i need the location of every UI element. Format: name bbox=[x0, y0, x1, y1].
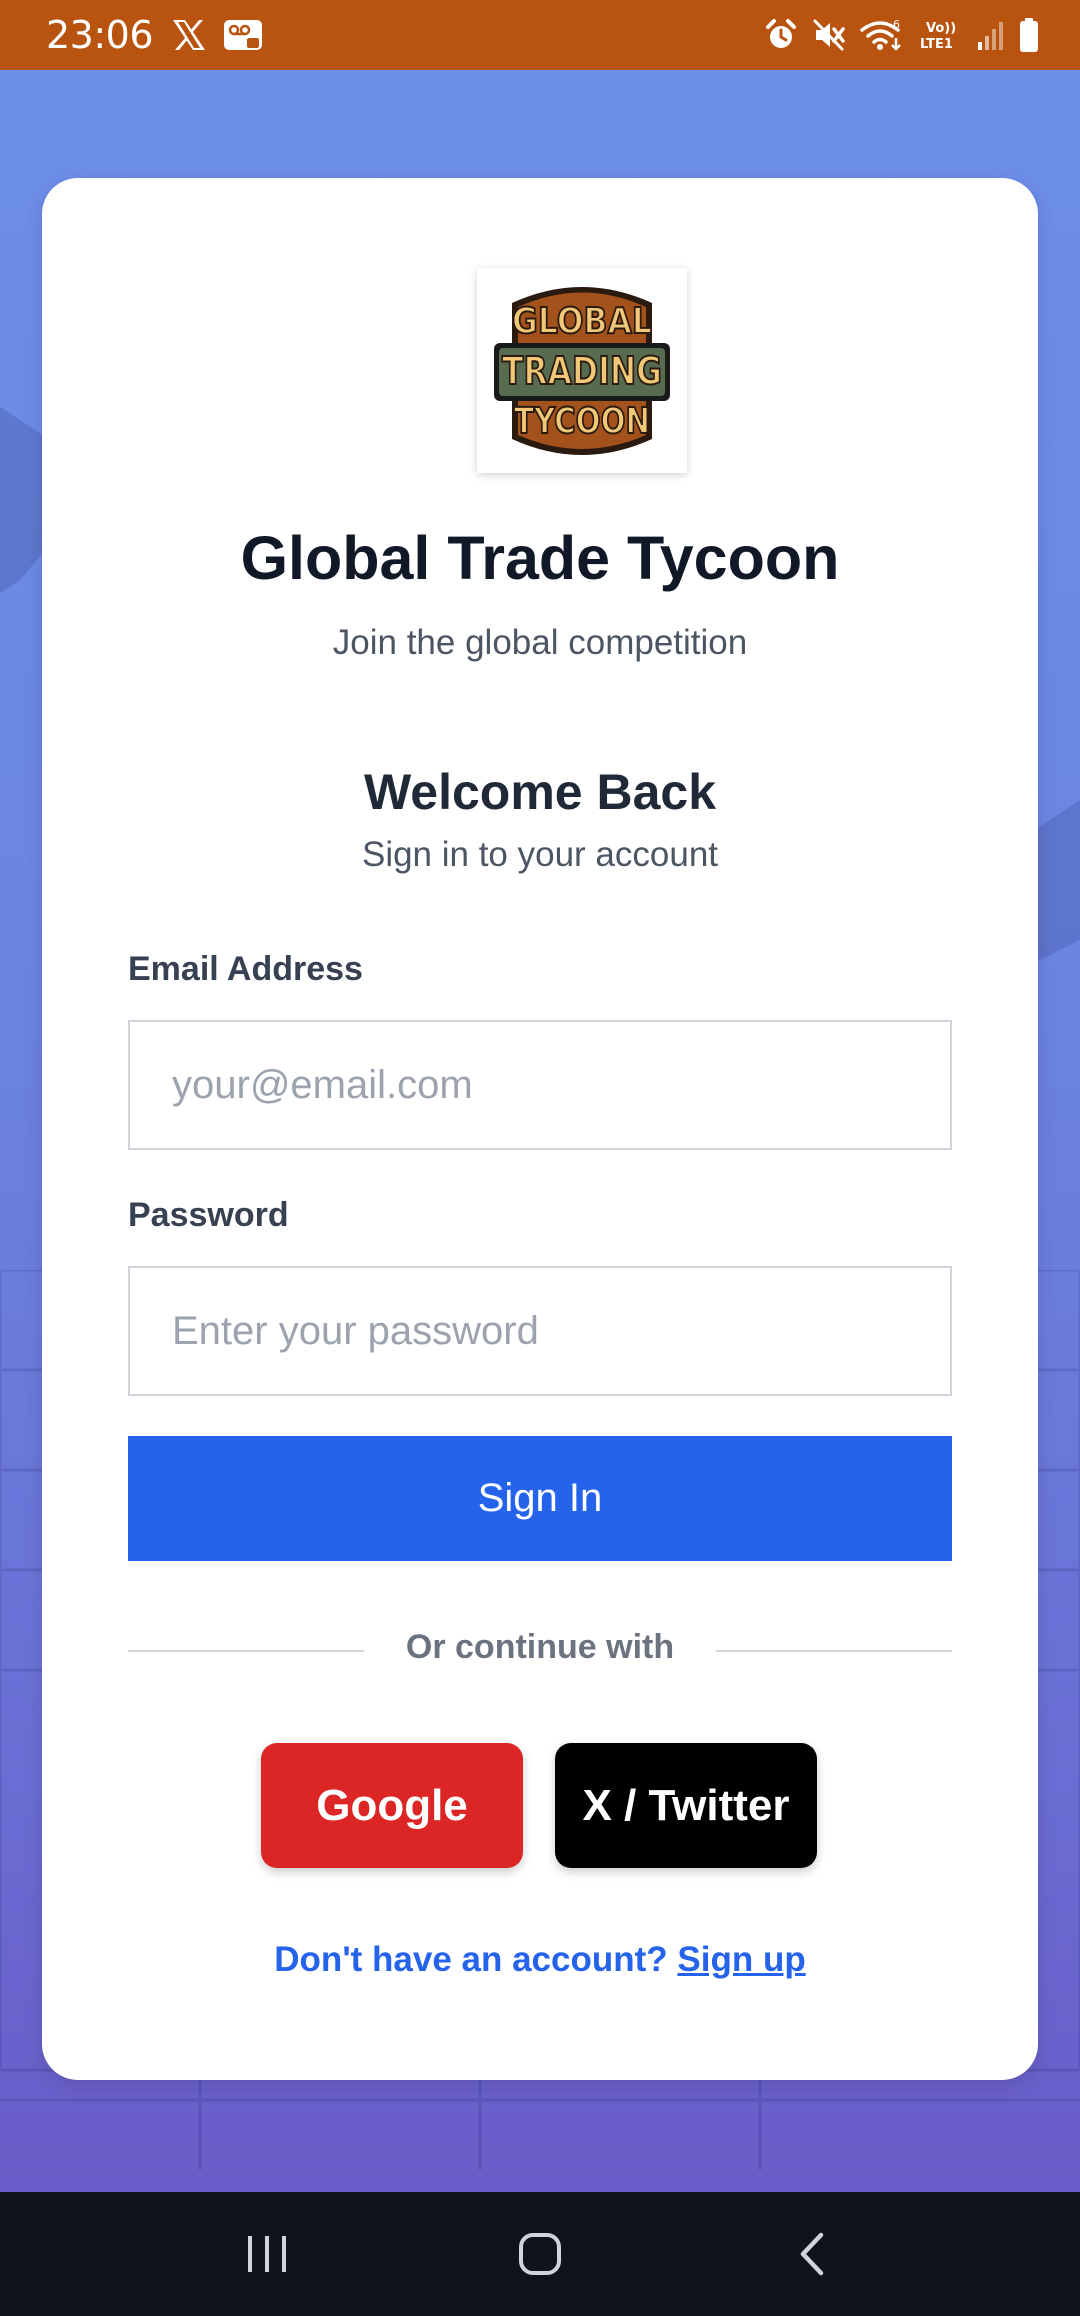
volte-label-top: Vo)) bbox=[926, 21, 956, 36]
signup-prompt: Don't have an account? bbox=[274, 1940, 668, 1979]
email-field[interactable] bbox=[128, 1020, 952, 1150]
status-bar: 23:06 6 Vo)) LTE1 bbox=[0, 0, 1080, 70]
status-time: 23:06 bbox=[46, 13, 154, 57]
wifi-label: 6 bbox=[893, 18, 900, 31]
home-icon[interactable] bbox=[480, 2204, 600, 2304]
back-icon[interactable] bbox=[753, 2204, 873, 2304]
x-logo-icon bbox=[171, 18, 207, 52]
signup-row: Don't have an account? Sign up bbox=[42, 1940, 1038, 1980]
welcome-subheading: Sign in to your account bbox=[361, 835, 719, 874]
voicemail-icon bbox=[223, 18, 263, 52]
battery-icon bbox=[1018, 17, 1040, 53]
email-label: Email Address bbox=[128, 950, 363, 988]
volte-label-bottom: LTE1 bbox=[920, 37, 953, 52]
system-nav-bar bbox=[0, 2192, 1080, 2316]
divider-text: Or continue with bbox=[405, 1628, 675, 1666]
mute-icon bbox=[812, 18, 846, 52]
alarm-icon bbox=[764, 18, 798, 52]
status-right-icons: 6 Vo)) LTE1 bbox=[764, 17, 1040, 53]
app-subtitle: Join the global competition bbox=[332, 623, 748, 662]
welcome-heading: Welcome Back bbox=[363, 764, 717, 820]
divider-right bbox=[716, 1650, 952, 1652]
recent-apps-icon[interactable] bbox=[207, 2204, 327, 2304]
google-sign-in-button[interactable]: Google bbox=[261, 1743, 523, 1868]
game-logo-image: GLOBAL TRADING TYCOON bbox=[494, 286, 670, 455]
app-title: Global Trade Tycoon bbox=[240, 524, 840, 592]
status-left-icons bbox=[171, 18, 263, 52]
app-logo: GLOBAL TRADING TYCOON bbox=[477, 268, 687, 473]
signal-icon bbox=[976, 18, 1004, 52]
volte-icon: Vo)) LTE1 bbox=[918, 18, 962, 52]
logo-line2: TRADING bbox=[502, 349, 662, 393]
twitter-sign-in-button[interactable]: X / Twitter bbox=[555, 1743, 817, 1868]
sign-in-button[interactable]: Sign In bbox=[128, 1436, 952, 1561]
logo-line3: TYCOON bbox=[514, 401, 650, 442]
sign-up-link[interactable]: Sign up bbox=[677, 1940, 805, 1979]
password-label: Password bbox=[128, 1196, 289, 1234]
password-field[interactable] bbox=[128, 1266, 952, 1396]
login-card: GLOBAL TRADING TYCOON Global Trade Tycoo… bbox=[42, 178, 1038, 2080]
logo-line1: GLOBAL bbox=[512, 301, 652, 342]
wifi-icon: 6 bbox=[860, 18, 904, 52]
